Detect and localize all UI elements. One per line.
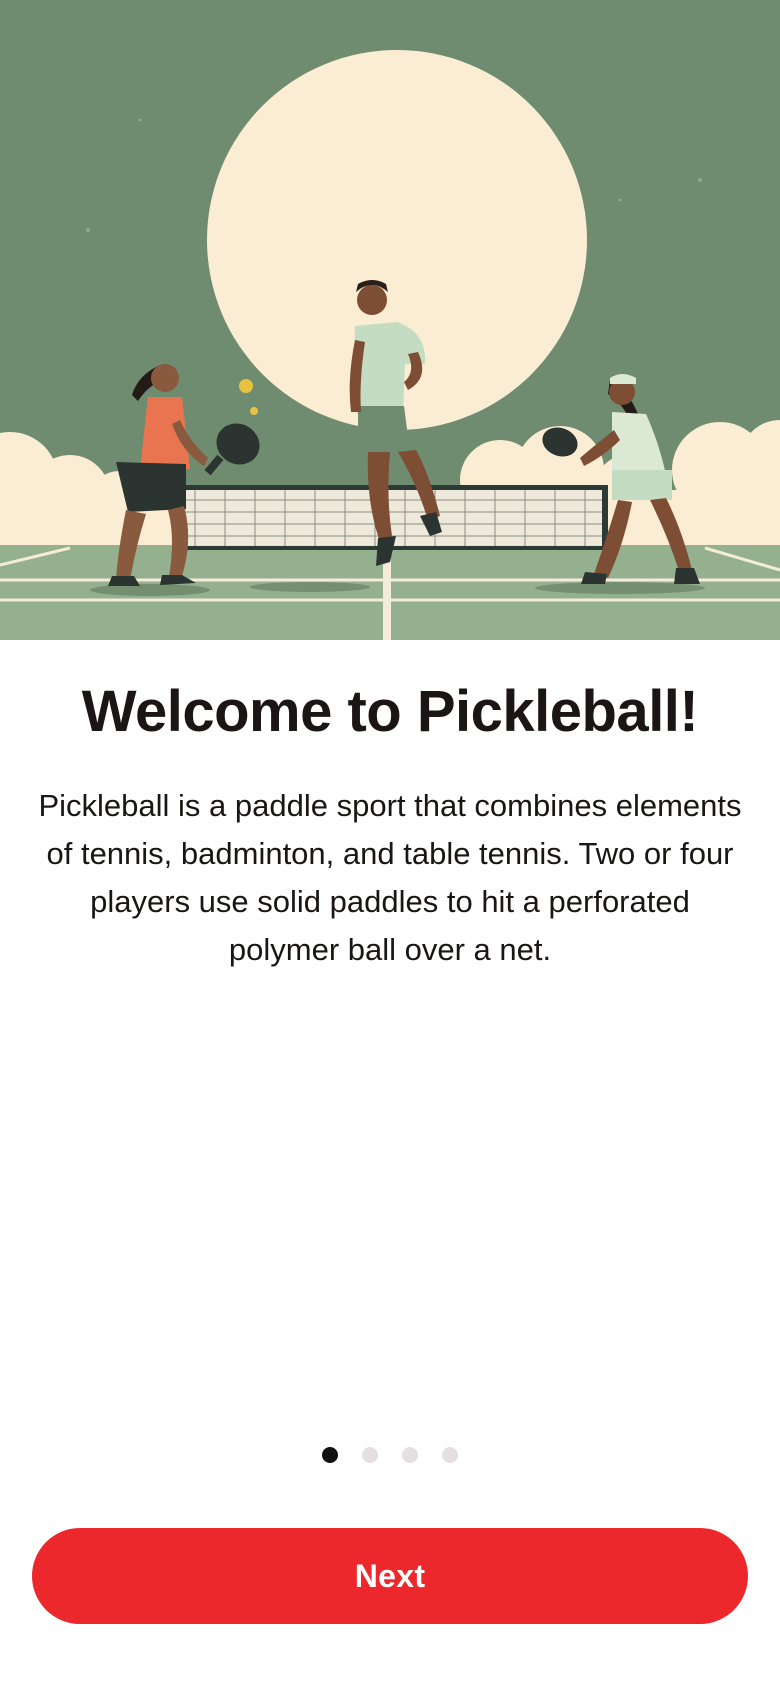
page-dot-2[interactable] <box>362 1447 378 1463</box>
page-indicator <box>0 1447 780 1463</box>
page-dot-1[interactable] <box>322 1447 338 1463</box>
ball-shape <box>239 379 253 393</box>
page-dot-3[interactable] <box>402 1447 418 1463</box>
next-button[interactable]: Next <box>32 1528 748 1624</box>
page-dot-4[interactable] <box>442 1447 458 1463</box>
onboarding-description: Pickleball is a paddle sport that combin… <box>38 788 742 967</box>
page-title: Welcome to Pickleball! <box>81 679 699 744</box>
hero-illustration <box>0 0 780 640</box>
